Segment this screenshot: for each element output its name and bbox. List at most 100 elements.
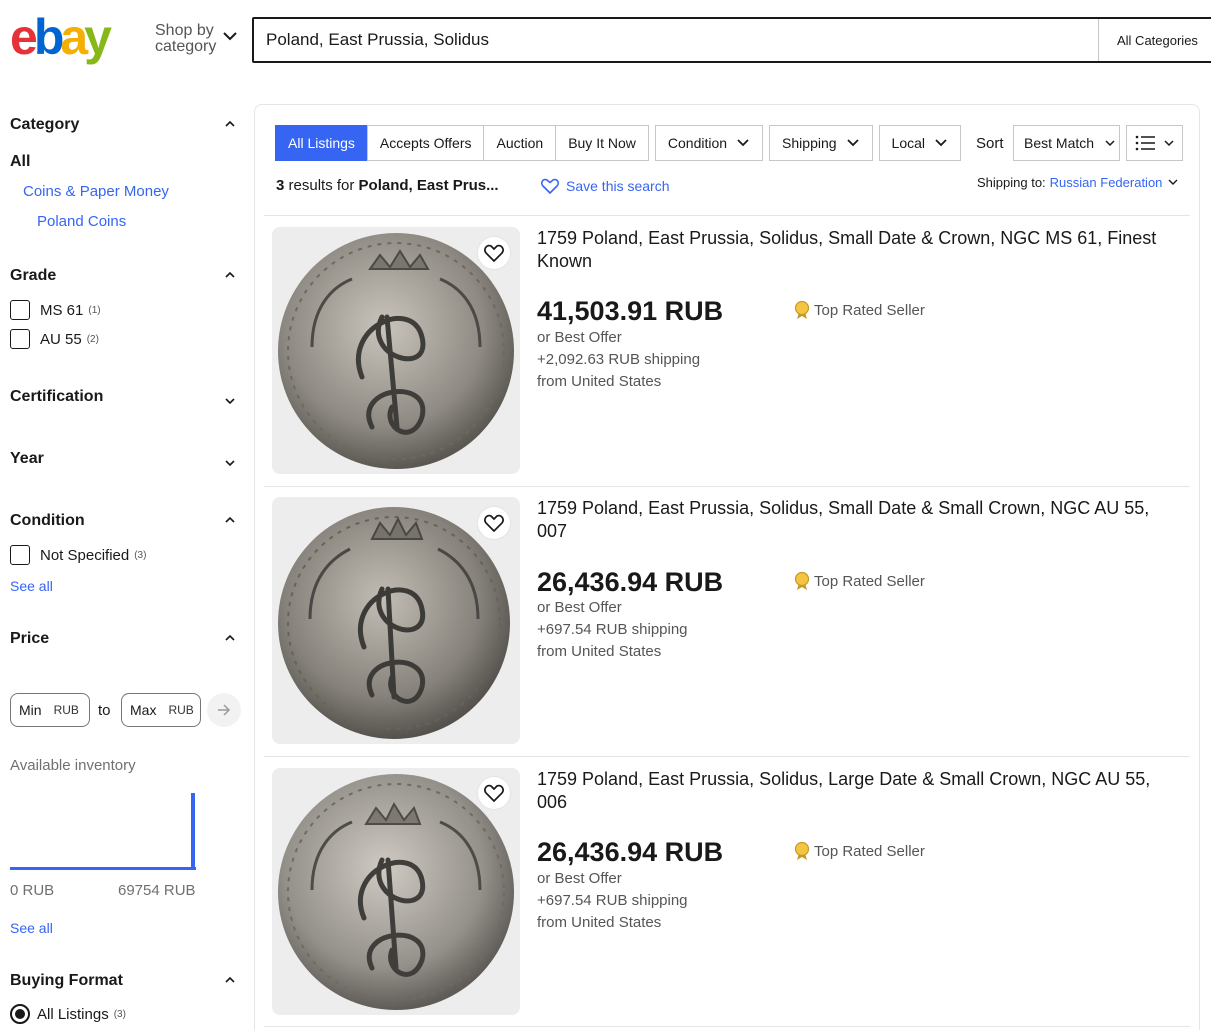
option-count: (3) xyxy=(134,549,147,561)
option-label: All Listings xyxy=(37,1005,109,1023)
option-count: (3) xyxy=(113,1008,126,1020)
tab-auction[interactable]: Auction xyxy=(483,125,557,161)
top-rated-seller-badge: Top Rated Seller xyxy=(794,571,925,591)
condition-dropdown[interactable]: Condition xyxy=(654,125,764,161)
list-view-icon xyxy=(1135,135,1155,151)
certification-facet-title[interactable]: Certification xyxy=(10,388,103,406)
tab-all-listings[interactable]: All Listings xyxy=(275,125,368,161)
chevron-down-icon xyxy=(846,139,859,147)
chevron-down-icon[interactable] xyxy=(222,30,238,42)
heart-icon xyxy=(484,514,504,532)
option-label: Not Specified xyxy=(40,546,130,564)
watch-button[interactable] xyxy=(478,777,510,809)
grade-option-ms61[interactable]: MS 61 (1) xyxy=(10,300,101,320)
price-facet-title[interactable]: Price xyxy=(10,630,49,648)
svg-text:ebay: ebay xyxy=(10,12,112,65)
chevron-down-icon xyxy=(1105,140,1115,147)
checkbox[interactable] xyxy=(10,300,30,320)
view-toggle-button[interactable] xyxy=(1126,125,1183,161)
item-location: from United States xyxy=(537,373,662,390)
item-shipping: +697.54 RUB shipping xyxy=(537,892,688,909)
chevron-up-icon[interactable] xyxy=(224,975,236,985)
heart-icon xyxy=(484,244,504,262)
shipping-to[interactable]: Shipping to: Russian Federation xyxy=(977,175,1178,190)
top-rated-seller-badge: Top Rated Seller xyxy=(794,841,925,861)
top-rated-ribbon-icon xyxy=(794,300,810,319)
chevron-down-icon xyxy=(1168,179,1178,185)
condition-see-all[interactable]: See all xyxy=(10,578,53,594)
chevron-up-icon[interactable] xyxy=(224,270,236,280)
condition-facet-title[interactable]: Condition xyxy=(10,512,85,530)
chevron-up-icon[interactable] xyxy=(224,515,236,525)
item-price: 41,503.91 RUB xyxy=(537,296,724,326)
option-label: MS 61 xyxy=(40,301,84,319)
category-link-coins[interactable]: Coins & Paper Money xyxy=(23,183,169,200)
badge-label: Top Rated Seller xyxy=(814,842,925,860)
inventory-slider-track[interactable] xyxy=(10,867,196,870)
category-select[interactable]: All Categories xyxy=(1098,19,1211,61)
shop-by-label: Shop by xyxy=(155,22,214,39)
sort-value: Best Match xyxy=(1024,135,1095,151)
arrow-right-icon xyxy=(218,704,231,716)
watch-button[interactable] xyxy=(478,237,510,269)
chevron-down-icon[interactable] xyxy=(224,396,236,406)
shipping-country[interactable]: Russian Federation xyxy=(1050,175,1163,190)
shipping-dropdown[interactable]: Shipping xyxy=(769,125,873,161)
heart-icon xyxy=(541,178,559,194)
item-title[interactable]: 1759 Poland, East Prussia, Solidus, Smal… xyxy=(537,497,1177,543)
local-dropdown[interactable]: Local xyxy=(878,125,962,161)
chevron-up-icon[interactable] xyxy=(224,633,236,643)
chevron-up-icon[interactable] xyxy=(224,119,236,129)
checkbox[interactable] xyxy=(10,329,30,349)
category-facet-title[interactable]: Category xyxy=(10,116,79,134)
radio-button[interactable] xyxy=(10,1004,30,1024)
buying-format-facet-title[interactable]: Buying Format xyxy=(10,972,123,990)
save-search-button[interactable]: Save this search xyxy=(541,178,670,194)
tab-accepts-offers[interactable]: Accepts Offers xyxy=(366,125,485,161)
grade-facet-title[interactable]: Grade xyxy=(10,267,56,285)
sort-dropdown[interactable]: Best Match xyxy=(1013,125,1120,161)
category-label: category xyxy=(155,38,217,55)
price-submit-button[interactable] xyxy=(207,693,241,727)
divider xyxy=(264,215,1190,216)
condition-option-not-specified[interactable]: Not Specified (3) xyxy=(10,545,146,565)
price-to-label: to xyxy=(98,702,111,719)
watch-button[interactable] xyxy=(478,507,510,539)
year-facet-title[interactable]: Year xyxy=(10,450,44,468)
item-best-offer: or Best Offer xyxy=(537,870,622,887)
item-title[interactable]: 1759 Poland, East Prussia, Solidus, Larg… xyxy=(537,768,1177,814)
shop-by-category[interactable]: Shop by category xyxy=(155,23,216,55)
option-count: (1) xyxy=(88,304,101,316)
dropdown-label: Local xyxy=(891,135,926,151)
sort-label: Sort xyxy=(976,135,1004,152)
price-max-input[interactable]: Max RUB xyxy=(121,693,201,727)
top-rated-ribbon-icon xyxy=(794,841,810,860)
unit-label: RUB xyxy=(168,703,194,717)
buying-format-all-listings[interactable]: All Listings (3) xyxy=(10,1004,126,1024)
chevron-down-icon xyxy=(1163,140,1174,147)
search-bar[interactable]: Poland, East Prussia, Solidus All Catego… xyxy=(252,17,1211,63)
top-rated-ribbon-icon xyxy=(794,571,810,590)
inventory-label: Available inventory xyxy=(10,757,136,774)
chevron-down-icon[interactable] xyxy=(224,458,236,468)
results-query: Poland, East Prus... xyxy=(358,177,499,194)
badge-label: Top Rated Seller xyxy=(814,572,925,590)
checkbox[interactable] xyxy=(10,545,30,565)
divider xyxy=(264,1026,1190,1027)
price-see-all[interactable]: See all xyxy=(10,920,53,936)
dropdown-label: Condition xyxy=(667,135,728,151)
category-link-poland-coins[interactable]: Poland Coins xyxy=(37,213,126,230)
results-text: results for xyxy=(288,177,355,194)
tab-buy-it-now[interactable]: Buy It Now xyxy=(555,125,649,161)
results-count: 3 results for Poland, East Prus... xyxy=(276,177,499,194)
item-title[interactable]: 1759 Poland, East Prussia, Solidus, Smal… xyxy=(537,227,1177,273)
price-min-input[interactable]: Min RUB xyxy=(10,693,90,727)
divider xyxy=(264,486,1190,487)
chevron-down-icon xyxy=(935,139,947,147)
item-best-offer: or Best Offer xyxy=(537,599,622,616)
ebay-logo[interactable]: ebay xyxy=(10,12,140,68)
grade-option-au55[interactable]: AU 55 (2) xyxy=(10,329,99,349)
category-all[interactable]: All xyxy=(10,153,30,171)
unit-label: RUB xyxy=(53,703,79,717)
search-input[interactable]: Poland, East Prussia, Solidus xyxy=(254,30,1098,50)
